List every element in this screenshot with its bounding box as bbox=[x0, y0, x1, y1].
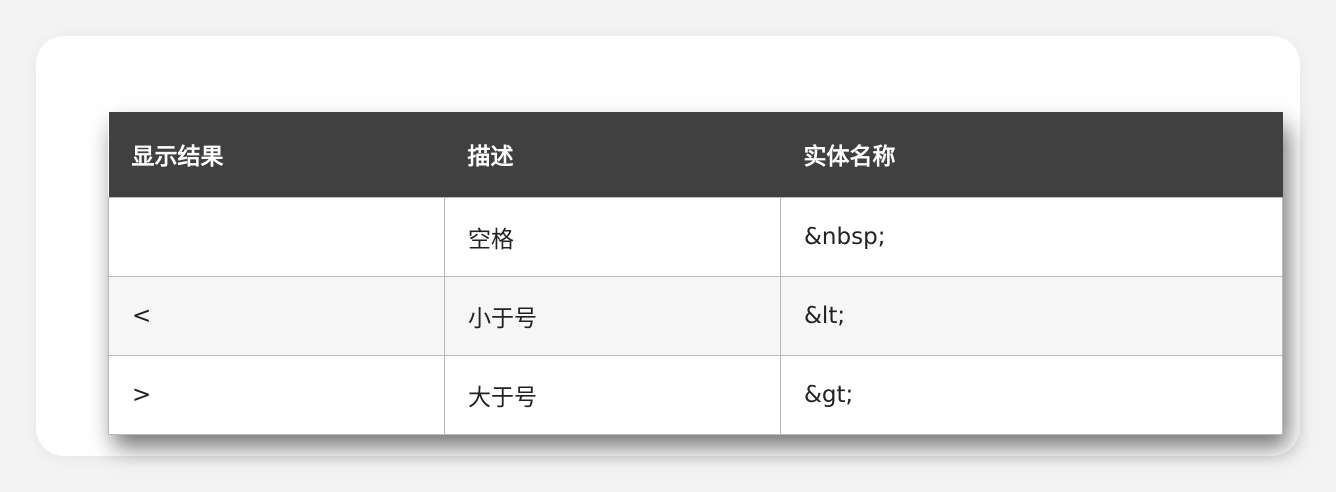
cell-entity: &gt; bbox=[780, 354, 1283, 435]
cell-result: < bbox=[108, 275, 445, 356]
table-row: > 大于号 &gt; bbox=[108, 354, 1283, 435]
cell-entity: &nbsp; bbox=[780, 196, 1283, 277]
table-container: 显示结果 描述 实体名称 空格 &nbsp; < 小于号 &lt; > 大于号 … bbox=[108, 112, 1283, 435]
cell-description: 小于号 bbox=[444, 275, 781, 356]
table-row: < 小于号 &lt; bbox=[108, 275, 1283, 356]
table-header-row: 显示结果 描述 实体名称 bbox=[108, 112, 1283, 197]
header-description: 描述 bbox=[444, 112, 781, 197]
cell-result: > bbox=[108, 354, 445, 435]
cell-description: 大于号 bbox=[444, 354, 781, 435]
html-entity-table: 显示结果 描述 实体名称 空格 &nbsp; < 小于号 &lt; > 大于号 … bbox=[108, 112, 1283, 435]
cell-description: 空格 bbox=[444, 196, 781, 277]
content-card: 显示结果 描述 实体名称 空格 &nbsp; < 小于号 &lt; > 大于号 … bbox=[36, 36, 1300, 456]
header-result: 显示结果 bbox=[108, 112, 445, 197]
header-entity-name: 实体名称 bbox=[780, 112, 1283, 197]
table-row: 空格 &nbsp; bbox=[108, 196, 1283, 277]
cell-result bbox=[108, 196, 445, 277]
cell-entity: &lt; bbox=[780, 275, 1283, 356]
